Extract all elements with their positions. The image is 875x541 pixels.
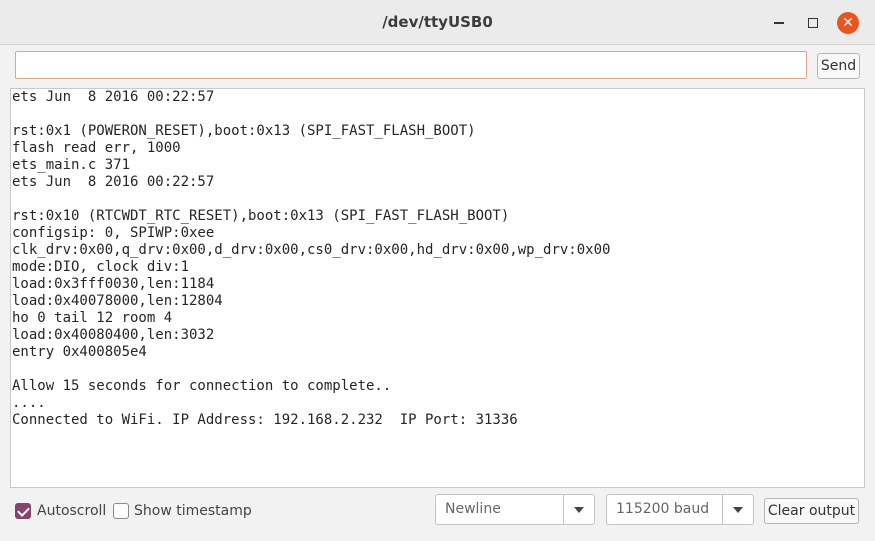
- minimize-button[interactable]: [768, 12, 790, 34]
- send-input[interactable]: [15, 51, 807, 79]
- clear-output-button[interactable]: Clear output: [764, 498, 859, 524]
- window-title: /dev/ttyUSB0: [382, 13, 493, 31]
- checkmark-icon: [17, 504, 30, 517]
- line-ending-value: Newline: [445, 501, 501, 517]
- autoscroll-checkbox[interactable]: [15, 503, 31, 519]
- maximize-button[interactable]: [802, 12, 824, 34]
- select-divider: [563, 495, 564, 524]
- maximize-icon: [808, 18, 818, 28]
- show-timestamp-label[interactable]: Show timestamp: [134, 501, 252, 521]
- chevron-down-icon: [733, 507, 743, 513]
- chevron-down-icon: [574, 507, 584, 513]
- baud-rate-select[interactable]: 115200 baud: [606, 494, 754, 525]
- close-button[interactable]: ✕: [837, 12, 859, 34]
- show-timestamp-checkbox[interactable]: [113, 503, 129, 519]
- serial-output-text: ets Jun 8 2016 00:22:57 rst:0x1 (POWERON…: [12, 89, 611, 428]
- autoscroll-label[interactable]: Autoscroll: [37, 501, 106, 521]
- baud-rate-value: 115200 baud: [616, 501, 710, 517]
- title-bar: /dev/ttyUSB0 ✕: [0, 0, 875, 45]
- footer-bar: Autoscroll Show timestamp Newline 115200…: [0, 490, 875, 541]
- serial-output[interactable]: ets Jun 8 2016 00:22:57 rst:0x1 (POWERON…: [10, 88, 865, 488]
- close-icon: ✕: [842, 15, 854, 31]
- line-ending-select[interactable]: Newline: [435, 494, 595, 525]
- minimize-icon: [774, 22, 784, 24]
- send-button[interactable]: Send: [817, 53, 860, 79]
- select-divider: [722, 495, 723, 524]
